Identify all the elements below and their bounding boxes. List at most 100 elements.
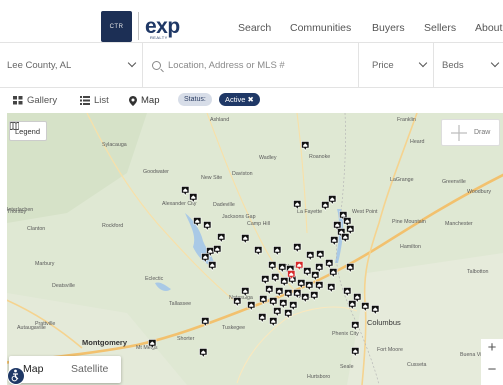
listing-marker[interactable] (284, 309, 293, 320)
listing-marker[interactable] (241, 234, 250, 245)
draw-button[interactable]: Draw (441, 119, 500, 146)
listing-marker[interactable] (268, 261, 277, 272)
chevron-down-icon (127, 58, 137, 68)
listing-marker[interactable] (273, 307, 282, 318)
exp-realty-logo[interactable]: exp REALTY (145, 15, 180, 40)
map-view-button[interactable]: Map (129, 95, 159, 106)
place-label: Roanoke (309, 154, 330, 160)
place-label: Franklin (397, 117, 416, 123)
price-filter-label: Price (372, 60, 394, 71)
status-chip-active[interactable]: Active ✖ (219, 93, 260, 106)
listing-marker[interactable] (301, 141, 310, 152)
place-label: New Site (201, 175, 222, 181)
listing-marker[interactable] (181, 186, 190, 197)
listing-marker[interactable] (346, 225, 355, 236)
nav-about[interactable]: About (475, 22, 502, 34)
draw-crosshair-icon (451, 125, 467, 141)
listing-marker[interactable] (330, 236, 339, 247)
place-label: Dadeville (213, 202, 235, 208)
logo-divider (138, 12, 139, 40)
ctr-logo-text: CTR (109, 23, 124, 30)
listing-marker[interactable] (315, 281, 324, 292)
place-label: Greenville (442, 179, 466, 185)
place-label: Hamilton (400, 244, 421, 250)
place-label: Jacksons Gap (222, 214, 256, 220)
nav-buyers[interactable]: Buyers (372, 22, 405, 34)
listing-marker[interactable] (271, 273, 280, 284)
listing-marker[interactable] (217, 233, 226, 244)
listing-marker[interactable] (278, 263, 287, 274)
zoom-out-button[interactable]: − (481, 361, 503, 378)
listing-marker[interactable] (325, 259, 334, 270)
listing-marker[interactable] (269, 317, 278, 328)
gallery-view-label: Gallery (27, 95, 58, 106)
listing-marker[interactable] (346, 263, 355, 274)
place-label: Pine Mountain (392, 219, 426, 225)
place-label: Tallassee (169, 301, 191, 307)
listing-marker[interactable] (315, 263, 324, 274)
listing-marker[interactable] (305, 281, 314, 292)
listing-marker[interactable] (254, 246, 263, 257)
map-type-control: Map Satellite (9, 356, 121, 383)
beds-filter[interactable]: Beds (433, 43, 503, 87)
listing-marker[interactable] (329, 268, 338, 279)
nav-sellers[interactable]: Sellers (424, 22, 456, 34)
search-bar: Lee County, AL Price Beds (0, 42, 503, 88)
place-label: Eclectic (145, 276, 164, 282)
listing-marker[interactable] (258, 313, 267, 324)
listing-marker[interactable] (279, 299, 288, 310)
place-label: Marbury (35, 261, 55, 267)
listing-marker[interactable] (343, 217, 352, 228)
listing-marker[interactable] (284, 289, 293, 300)
map-view-label: Map (141, 95, 160, 106)
listing-marker[interactable] (265, 285, 274, 296)
draw-label: Draw (474, 129, 491, 136)
accessibility-icon[interactable] (7, 367, 25, 385)
site-header: CTR exp REALTY Search Communities Buyers … (0, 0, 503, 42)
place-label: Camp Hill (247, 221, 270, 227)
place-label: Phenix City (332, 331, 359, 337)
list-view-button[interactable]: List (80, 95, 109, 106)
zoom-control: + − (481, 339, 503, 385)
search-input[interactable] (146, 49, 354, 81)
highway-b (236, 306, 358, 384)
listing-marker[interactable] (316, 250, 325, 261)
place-label: Columbus (367, 318, 401, 327)
listing-marker[interactable] (306, 251, 315, 262)
listing-marker[interactable] (303, 267, 312, 278)
listing-marker[interactable] (273, 246, 282, 257)
map-type-satellite-button[interactable]: Satellite (71, 363, 108, 375)
legend-map-icon (10, 122, 19, 130)
listing-marker[interactable] (341, 233, 350, 244)
beds-filter-label: Beds (442, 60, 464, 71)
listing-marker[interactable] (203, 221, 212, 232)
gallery-view-button[interactable]: Gallery (13, 95, 57, 106)
location-select-value: Lee County, AL (7, 60, 72, 71)
listing-marker[interactable] (261, 275, 270, 286)
listing-marker[interactable] (199, 348, 208, 359)
nav-communities[interactable]: Communities (290, 22, 351, 34)
listing-marker[interactable] (321, 201, 330, 212)
listing-marker[interactable] (293, 243, 302, 254)
map-type-map-button[interactable]: Map (23, 363, 43, 375)
listing-marker[interactable] (233, 297, 242, 308)
listing-marker[interactable] (269, 297, 278, 308)
place-label: Tuskegee (222, 325, 245, 331)
listing-marker[interactable] (343, 287, 352, 298)
listing-marker[interactable] (301, 293, 310, 304)
ctr-logo[interactable]: CTR (101, 11, 132, 42)
listing-marker[interactable] (208, 261, 217, 272)
listing-marker[interactable] (289, 301, 298, 312)
listing-marker[interactable] (328, 195, 337, 206)
location-select[interactable]: Lee County, AL (0, 43, 143, 87)
listing-marker[interactable] (327, 283, 336, 294)
nav-search[interactable]: Search (238, 22, 271, 34)
property-map[interactable]: AshlandFranklinSylacaugaHeardHogansville… (7, 113, 503, 385)
listing-marker[interactable] (213, 245, 222, 256)
place-label: Fort Moore (377, 347, 403, 353)
highway-a (296, 113, 308, 234)
legend-button[interactable]: Legend (9, 121, 48, 141)
zoom-in-button[interactable]: + (481, 339, 503, 356)
price-filter[interactable]: Price (358, 43, 433, 87)
listing-marker[interactable] (280, 277, 289, 288)
